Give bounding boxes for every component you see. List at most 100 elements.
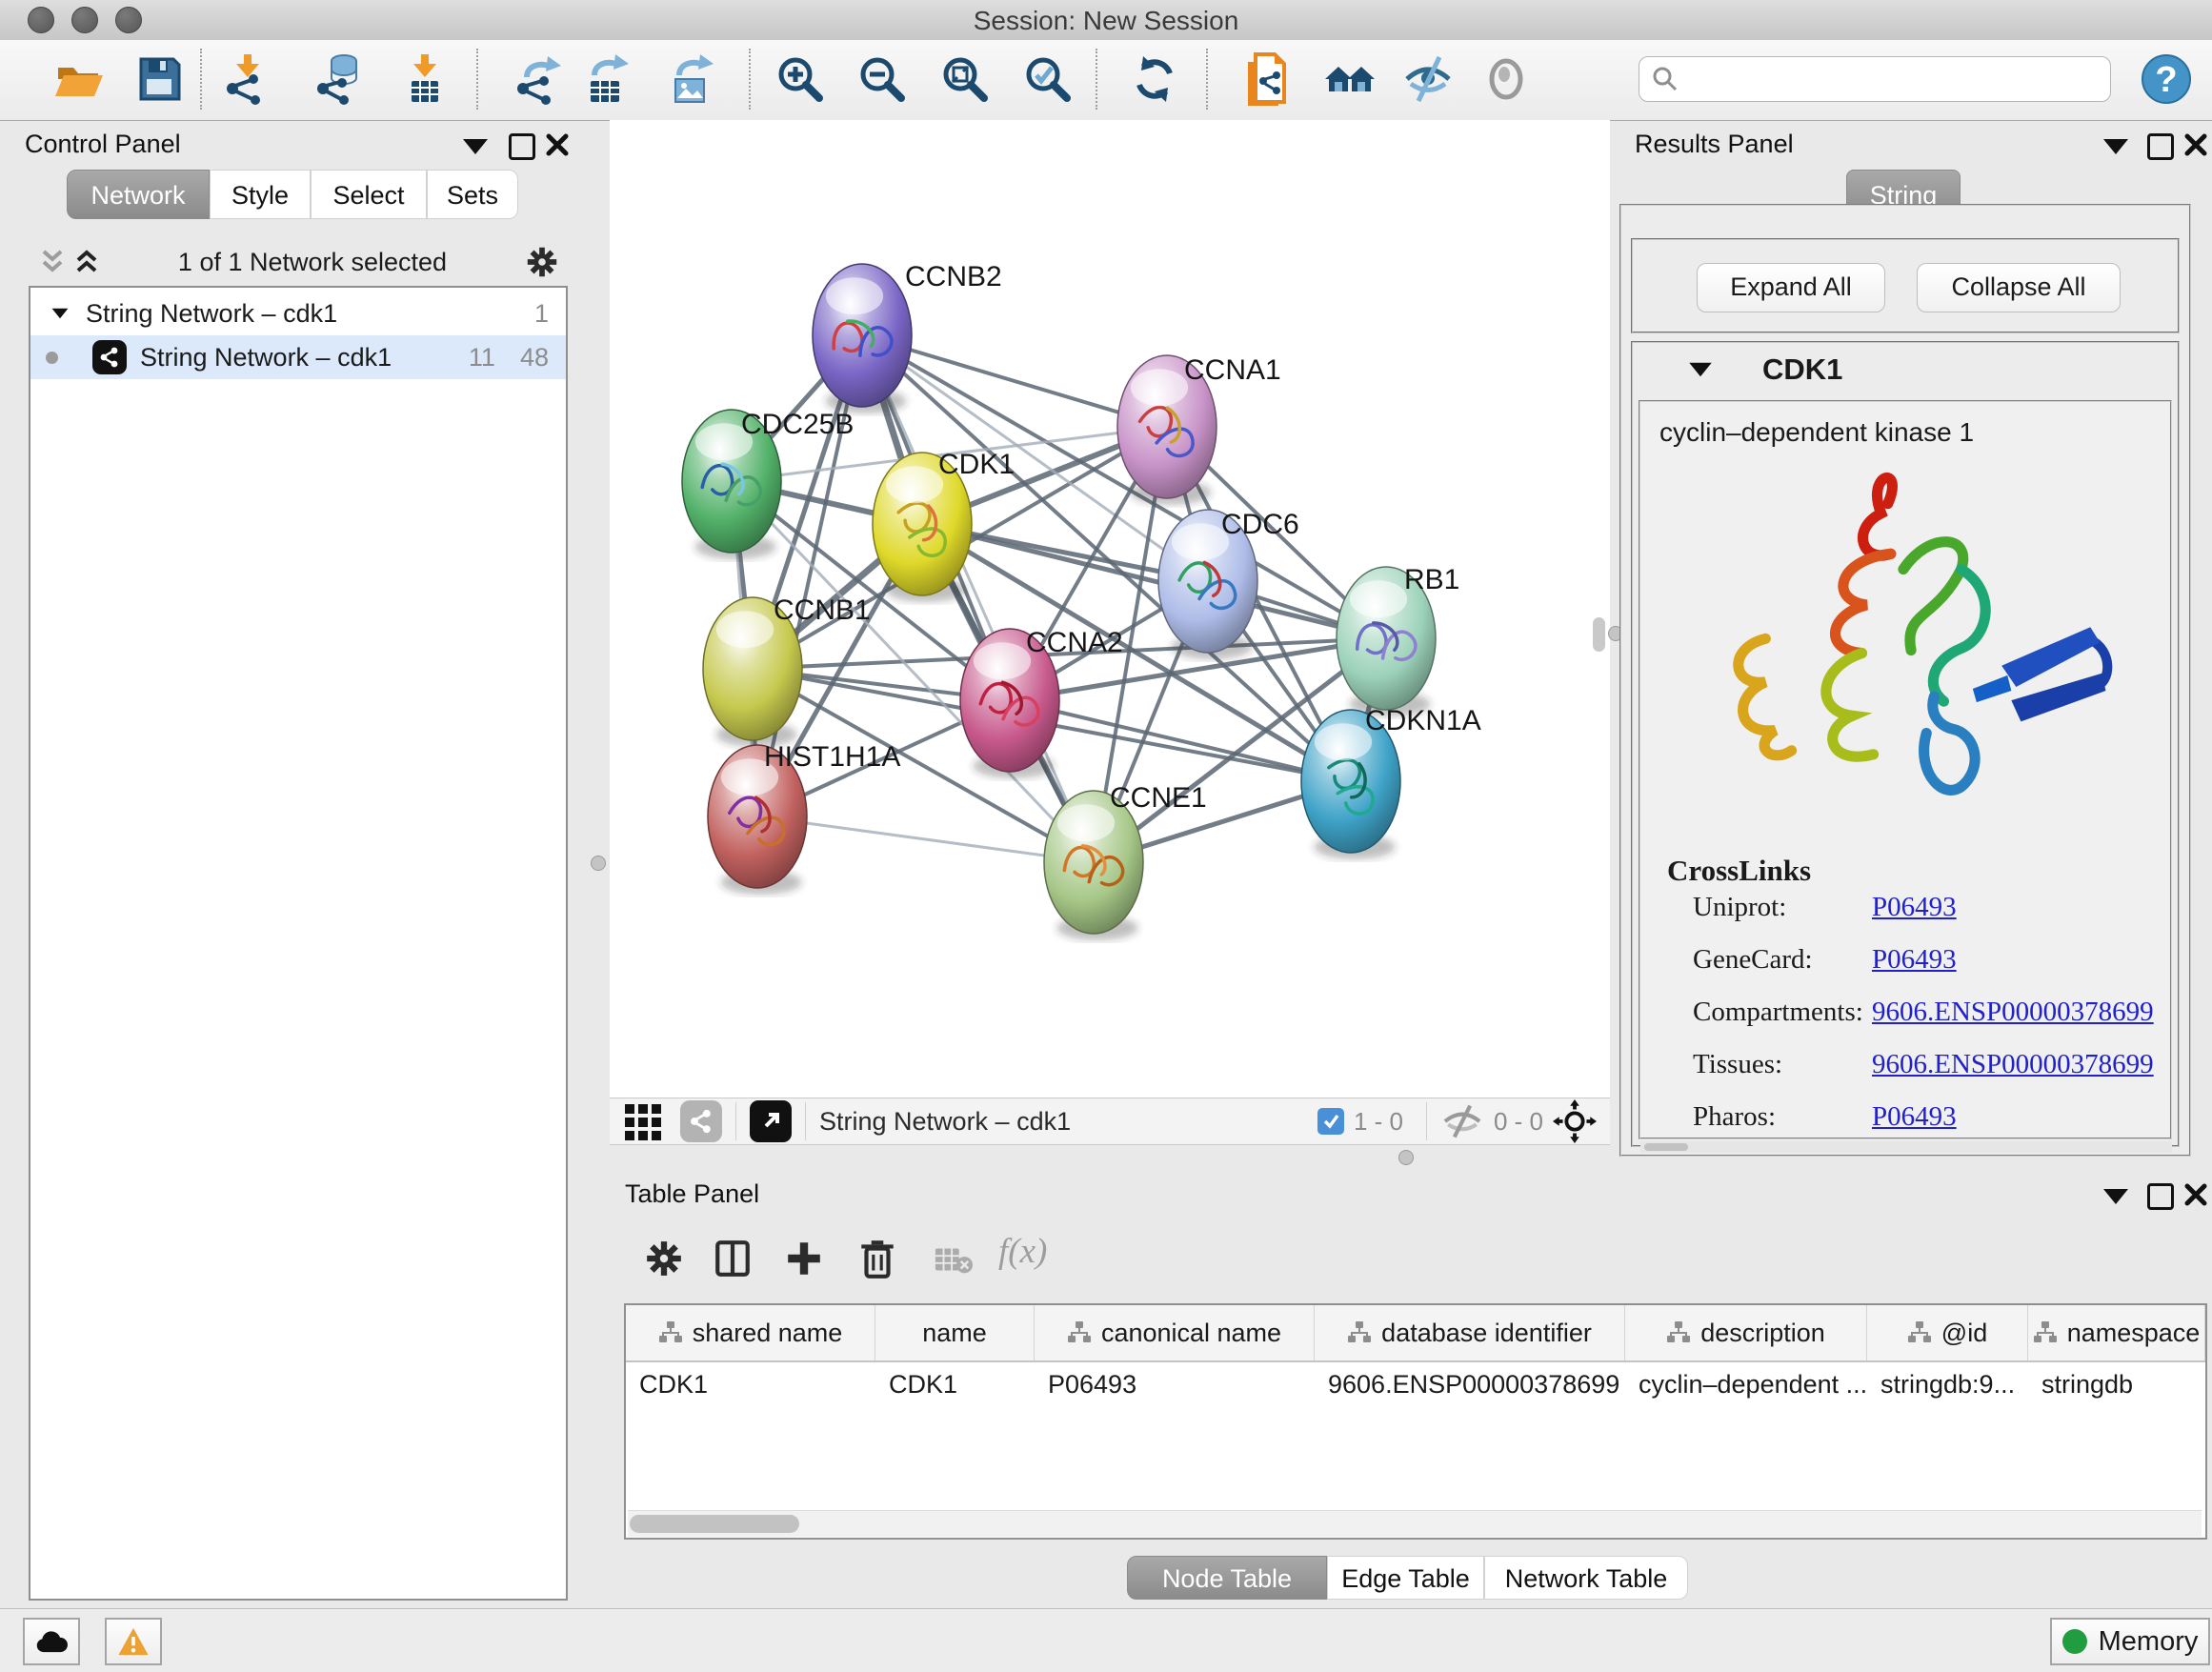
export-network-icon[interactable]	[512, 52, 565, 106]
hidden-eye-icon[interactable]	[1440, 1102, 1484, 1140]
warning-button[interactable]	[105, 1618, 162, 1665]
collapse-all-button[interactable]: Collapse All	[1917, 263, 2121, 312]
crosslink-value-link[interactable]: P06493	[1872, 944, 1957, 975]
network-tree: String Network – cdk1 1 String Network –…	[29, 286, 568, 1601]
network-selection-status: 1 of 1 Network selected	[101, 248, 524, 277]
zoom-in-icon[interactable]	[774, 52, 827, 106]
column-source-icon	[2033, 1320, 2058, 1345]
import-network-database-icon[interactable]	[313, 52, 367, 106]
import-network-file-icon[interactable]	[221, 52, 274, 106]
crosslink-value-link[interactable]: 9606.ENSP00000378699	[1872, 1049, 2154, 1079]
network-canvas[interactable]: CCNB2CCNA1CDC25BCDK1CDC6RB1CCNB1CCNA2CDK…	[610, 120, 1610, 1098]
network-vertical-scrollbar-thumb[interactable]	[1593, 617, 1605, 652]
network-collection-row[interactable]: String Network – cdk1 1	[30, 292, 566, 335]
tab-node-table[interactable]: Node Table	[1127, 1556, 1327, 1600]
column-header-canonical-name[interactable]: canonical name	[1035, 1305, 1315, 1360]
export-image-icon[interactable]	[664, 52, 717, 106]
show-columns-icon[interactable]	[713, 1239, 753, 1279]
control-panel-tabs: NetworkStyleSelectSets	[67, 170, 518, 219]
node-CCNB2[interactable]	[813, 264, 912, 413]
bottom-splitter-handle[interactable]	[1398, 1150, 1414, 1165]
open-session-icon[interactable]	[51, 52, 105, 106]
crosslink-value-link[interactable]: 9606.ENSP00000378699	[1872, 997, 2154, 1027]
cdk1-title: CDK1	[1762, 353, 1842, 387]
zoom-selected-icon[interactable]	[1021, 52, 1075, 106]
crosshair-icon[interactable]	[1553, 1099, 1597, 1143]
tab-select[interactable]: Select	[311, 170, 427, 219]
import-table-icon[interactable]	[398, 52, 452, 106]
cdk1-collapse-icon[interactable]	[1689, 363, 1711, 376]
control-panel-float-icon[interactable]	[509, 133, 535, 160]
search-icon	[1651, 65, 1679, 93]
network-overview-icon[interactable]	[680, 1100, 722, 1142]
tab-edge-table[interactable]: Edge Table	[1327, 1556, 1484, 1600]
table-row[interactable]: CDK1CDK1P064939606.ENSP00000378699cyclin…	[626, 1362, 2205, 1406]
column-label: canonical name	[1101, 1319, 1281, 1348]
results-hscroll-track[interactable]	[1640, 1141, 2172, 1153]
network-selection-bar: 1 of 1 Network selected	[29, 240, 568, 284]
tab-style[interactable]: Style	[210, 170, 311, 219]
detach-view-icon[interactable]	[750, 1100, 792, 1142]
search-input[interactable]	[1685, 64, 2110, 95]
table-cell: stringdb	[2028, 1370, 2205, 1400]
table-panel-title: Table Panel	[625, 1179, 759, 1209]
help-icon[interactable]: ?	[2140, 52, 2193, 106]
table-panel-float-icon[interactable]	[2147, 1183, 2174, 1210]
toolbar-separator	[1206, 49, 1208, 110]
first-neighbors-document-icon[interactable]	[1240, 52, 1294, 106]
crosslink-value-link[interactable]: P06493	[1872, 1101, 1957, 1132]
home-icon[interactable]	[1323, 52, 1377, 106]
zoom-fit-icon[interactable]	[938, 52, 992, 106]
column-header-database-identifier[interactable]: database identifier	[1315, 1305, 1625, 1360]
table-settings-gear-icon[interactable]	[644, 1239, 684, 1279]
grid-icon[interactable]	[623, 1100, 665, 1142]
cloud-button[interactable]	[23, 1618, 80, 1665]
network-view-toolbar: String Network – cdk1 1 - 0 0 - 0	[610, 1098, 1610, 1145]
control-panel-close-icon[interactable]	[545, 132, 570, 157]
edge-CDK1-RB1[interactable]	[922, 524, 1386, 638]
table-panel-menu-icon[interactable]	[2103, 1189, 2128, 1204]
column-header--id[interactable]: @id	[1867, 1305, 2028, 1360]
export-table-icon[interactable]	[579, 52, 633, 106]
crosslink-row: Compartments:9606.ENSP00000378699	[1693, 997, 2154, 1028]
selected-checkbox[interactable]	[1317, 1108, 1344, 1135]
tree-expand-icon[interactable]	[52, 309, 69, 318]
tab-network[interactable]: Network	[67, 170, 210, 219]
window-title: Session: New Session	[0, 6, 2212, 36]
network-options-gear-icon[interactable]	[524, 244, 560, 280]
left-splitter-handle[interactable]	[591, 856, 606, 871]
network-row[interactable]: String Network – cdk1 11 48	[30, 335, 566, 379]
delete-column-trash-icon[interactable]	[857, 1237, 897, 1280]
hide-selected-eye-slash-icon[interactable]	[1401, 52, 1455, 106]
node-label-CCNA1: CCNA1	[1184, 354, 1281, 386]
memory-button[interactable]: Memory	[2050, 1618, 2210, 1665]
column-header-namespace[interactable]: namespace	[2028, 1305, 2205, 1360]
search-field[interactable]	[1639, 56, 2111, 102]
show-all-eye-icon[interactable]	[1479, 52, 1533, 106]
edge-CCNE1-HIST1H1A[interactable]	[757, 816, 1094, 862]
results-panel-title: Results Panel	[1635, 130, 1794, 159]
create-column-icon[interactable]	[784, 1239, 824, 1279]
table-panel-close-icon[interactable]	[2183, 1182, 2208, 1207]
refresh-icon[interactable]	[1128, 52, 1181, 106]
zoom-out-icon[interactable]	[855, 52, 909, 106]
crosslink-value-link[interactable]: P06493	[1872, 892, 1957, 922]
results-panel-menu-icon[interactable]	[2103, 139, 2128, 154]
save-session-icon[interactable]	[132, 52, 186, 106]
results-panel-close-icon[interactable]	[2183, 132, 2208, 157]
table-hscroll-track[interactable]	[628, 1510, 2202, 1537]
tab-network-table[interactable]: Network Table	[1484, 1556, 1688, 1600]
column-header-name[interactable]: name	[875, 1305, 1035, 1360]
collapse-all-networks-icon[interactable]	[38, 250, 67, 274]
results-hscroll-thumb[interactable]	[1644, 1143, 1688, 1151]
column-header-description[interactable]: description	[1625, 1305, 1867, 1360]
results-panel-float-icon[interactable]	[2147, 133, 2174, 160]
column-header-shared-name[interactable]: shared name	[626, 1305, 875, 1360]
expand-all-networks-icon[interactable]	[72, 250, 101, 274]
expand-all-button[interactable]: Expand All	[1697, 263, 1885, 312]
edge-CCNB2-CCNE1[interactable]	[862, 335, 1094, 862]
table-hscroll-thumb[interactable]	[630, 1515, 799, 1533]
protein-structure-image	[1681, 446, 2129, 851]
tab-sets[interactable]: Sets	[427, 170, 518, 219]
control-panel-menu-icon[interactable]	[463, 139, 488, 154]
